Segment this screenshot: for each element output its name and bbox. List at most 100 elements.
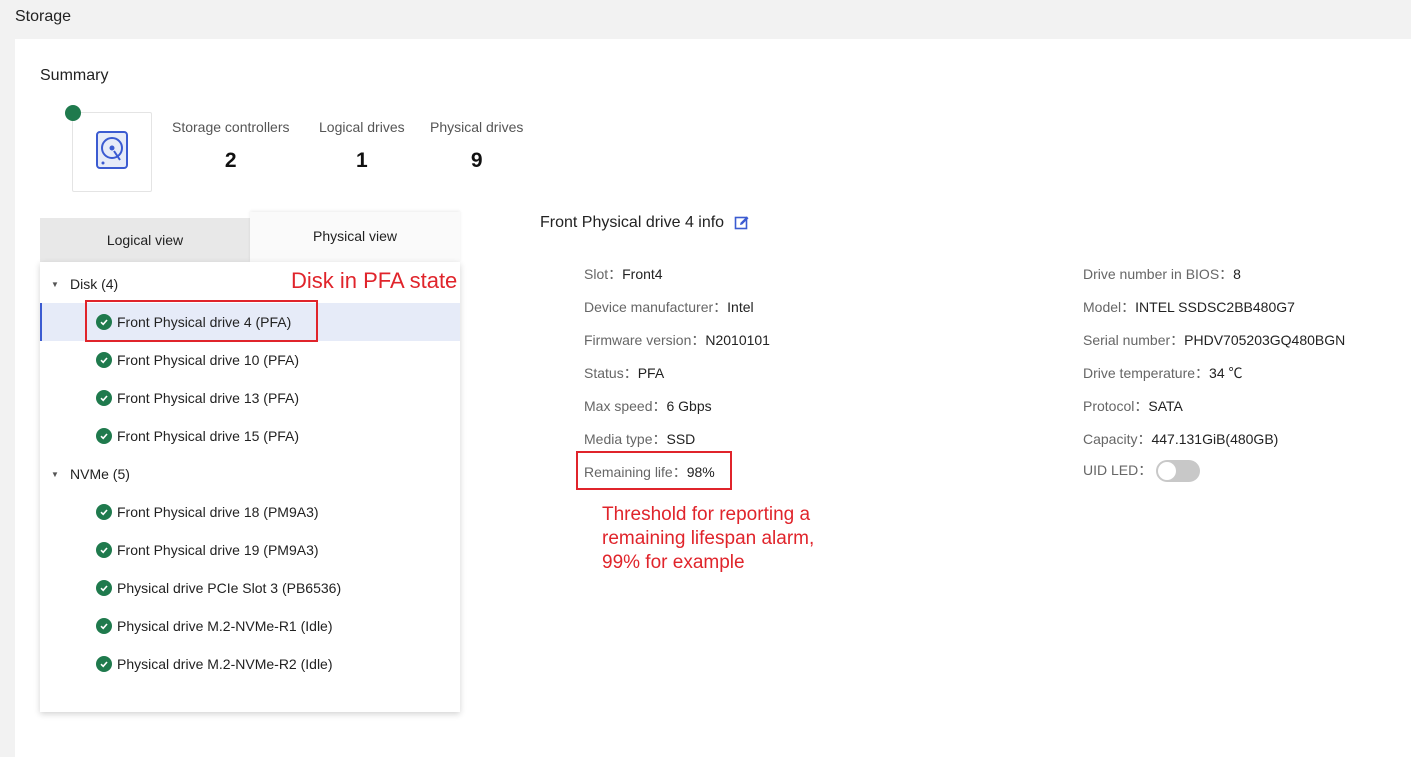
tree-item[interactable]: Physical drive M.2-NVMe-R2 (Idle) <box>40 645 460 683</box>
field-key: Drive temperature <box>1083 365 1196 381</box>
view-tabs: Logical view Physical view <box>40 212 460 262</box>
tree-item[interactable]: Physical drive PCIe Slot 3 (PB6536) <box>40 569 460 607</box>
field-value: N2010101 <box>705 332 770 348</box>
field-key: Serial number <box>1083 332 1171 348</box>
field-key: Max speed <box>584 398 653 414</box>
tree-item-label: Front Physical drive 18 (PM9A3) <box>117 504 319 520</box>
edit-icon[interactable] <box>734 215 750 231</box>
tree-item[interactable]: Front Physical drive 13 (PFA) <box>40 379 460 417</box>
field-key: Status <box>584 365 624 381</box>
hard-drive-icon <box>95 130 129 175</box>
field-key: UID LED <box>1083 462 1139 478</box>
tree-group-label: NVMe (5) <box>70 466 130 482</box>
field-value: SSD <box>666 431 696 447</box>
field-drive-temperature: Drive temperature：34 ℃ <box>1083 363 1243 383</box>
field-key: Firmware version <box>584 332 692 348</box>
stat-storage-controllers: Storage controllers 2 <box>172 119 290 173</box>
annotation-line: 99% for example <box>602 552 745 573</box>
tab-physical-view[interactable]: Physical view <box>250 212 460 262</box>
tree-item[interactable]: Front Physical drive 18 (PM9A3) <box>40 493 460 531</box>
uid-led-toggle[interactable] <box>1156 460 1201 483</box>
field-key: Capacity <box>1083 431 1138 447</box>
drive-info-title: Front Physical drive 4 info <box>540 214 750 232</box>
check-circle-icon <box>96 390 112 406</box>
field-sep: ： <box>1219 266 1234 282</box>
field-sep: ： <box>1138 462 1153 478</box>
field-key: Slot <box>584 266 609 282</box>
annotation-line: Threshold for reporting a <box>602 504 811 525</box>
tree-item[interactable]: Front Physical drive 19 (PM9A3) <box>40 531 460 569</box>
check-circle-icon <box>96 656 112 672</box>
field-sep: ： <box>1195 365 1210 381</box>
annotation-highlight-pfa <box>85 300 318 342</box>
field-value: 6 Gbps <box>666 398 712 414</box>
tree-group-nvme[interactable]: ▼ NVMe (5) <box>40 455 460 493</box>
caret-down-icon[interactable]: ▼ <box>40 470 70 479</box>
tree-item-label: Front Physical drive 19 (PM9A3) <box>117 542 319 558</box>
field-value: 8 <box>1233 266 1241 282</box>
annotation-line: remaining lifespan alarm, <box>602 528 815 549</box>
field-sep: ： <box>623 365 638 381</box>
toggle-knob <box>1158 462 1177 481</box>
field-key: Drive number in BIOS <box>1083 266 1220 282</box>
check-circle-icon <box>96 352 112 368</box>
tree-item[interactable]: Front Physical drive 15 (PFA) <box>40 417 460 455</box>
field-value: PFA <box>637 365 665 381</box>
field-sep: ： <box>1134 398 1149 414</box>
field-sep: ： <box>713 299 728 315</box>
page-title: Storage <box>15 8 72 25</box>
summary-title: Summary <box>40 67 109 84</box>
status-indicator <box>65 105 81 121</box>
field-value: INTEL SSDSC2BB480G7 <box>1135 299 1295 315</box>
field-capacity: Capacity：447.131GiB(480GB) <box>1083 429 1278 449</box>
check-circle-icon <box>96 580 112 596</box>
tree-item-label: Front Physical drive 15 (PFA) <box>117 428 300 444</box>
field-value: SATA <box>1148 398 1183 414</box>
field-sep: ： <box>652 398 667 414</box>
tree-item-label: Front Physical drive 10 (PFA) <box>117 352 300 368</box>
check-circle-icon <box>96 428 112 444</box>
tree-item-label: Physical drive PCIe Slot 3 (PB6536) <box>117 580 342 596</box>
annotation-highlight-remaining-life <box>576 451 732 490</box>
storage-summary-box <box>72 112 152 192</box>
field-protocol: Protocol：SATA <box>1083 396 1183 416</box>
field-key: Protocol <box>1083 398 1135 414</box>
check-circle-icon <box>96 542 112 558</box>
storage-card: Summary Storage controllers 2 Logical dr… <box>15 39 1411 757</box>
tree-item[interactable]: Front Physical drive 10 (PFA) <box>40 341 460 379</box>
stat-label: Physical drives <box>430 119 524 135</box>
annotation-threshold-note: Threshold for reporting a remaining life… <box>602 503 814 575</box>
field-key: Model <box>1083 299 1122 315</box>
stat-value: 9 <box>470 149 483 172</box>
caret-down-icon[interactable]: ▼ <box>40 280 70 289</box>
field-sep: ： <box>652 431 667 447</box>
field-device-manufacturer: Device manufacturer：Intel <box>584 297 754 317</box>
field-key: Media type <box>584 431 653 447</box>
check-circle-icon <box>96 618 112 634</box>
tree-group-label: Disk (4) <box>70 276 119 292</box>
stat-label: Storage controllers <box>172 119 290 135</box>
annotation-pfa-label: Disk in PFA state <box>291 268 458 293</box>
stat-physical-drives: Physical drives 9 <box>430 119 523 173</box>
field-sep: ： <box>691 332 706 348</box>
field-media-type: Media type：SSD <box>584 429 695 449</box>
tree-item[interactable]: Physical drive M.2-NVMe-R1 (Idle) <box>40 607 460 645</box>
field-value: 447.131GiB(480GB) <box>1151 431 1279 447</box>
tree-item-label: Physical drive M.2-NVMe-R2 (Idle) <box>117 656 333 672</box>
field-uid-led: UID LED： <box>1083 460 1201 483</box>
field-status: Status：PFA <box>584 363 664 383</box>
field-value: PHDV705203GQ480BGN <box>1184 332 1346 348</box>
stat-logical-drives: Logical drives 1 <box>319 119 405 173</box>
tab-logical-view[interactable]: Logical view <box>40 218 250 262</box>
field-max-speed: Max speed：6 Gbps <box>584 396 712 416</box>
field-value: 34 ℃ <box>1209 365 1243 381</box>
stat-label: Logical drives <box>319 119 405 135</box>
field-sep: ： <box>1121 299 1136 315</box>
field-slot: Slot：Front4 <box>584 264 663 284</box>
check-circle-icon <box>96 504 112 520</box>
field-serial-number: Serial number：PHDV705203GQ480BGN <box>1083 330 1345 350</box>
field-value: Front4 <box>622 266 663 282</box>
stat-value: 2 <box>224 149 237 172</box>
field-value: Intel <box>727 299 754 315</box>
field-firmware-version: Firmware version：N2010101 <box>584 330 770 350</box>
